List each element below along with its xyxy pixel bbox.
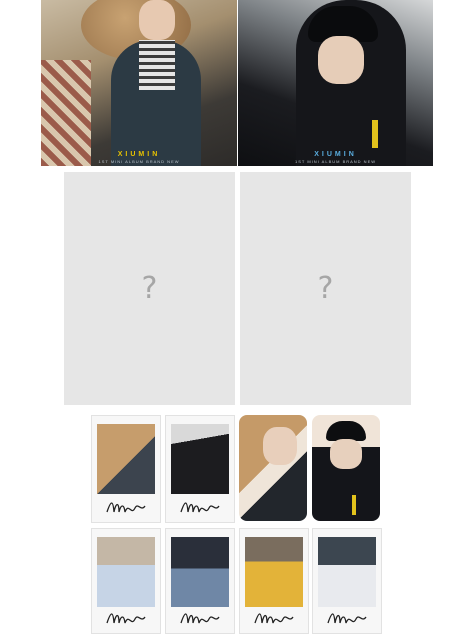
polaroid-photo [97,424,155,494]
signature-icon [180,502,220,515]
question-mark-icon: ? [141,271,158,306]
question-mark-icon: ? [317,271,334,306]
album-cover-version-1[interactable]: XIUMIN 1ST MINI ALBUM BRAND NEW [41,0,237,166]
signature [92,494,160,522]
image-placeholder-right: ? [240,172,411,405]
person-face [263,427,297,465]
signature-icon [106,502,146,515]
person-face [318,36,364,84]
signature-icon [327,613,367,626]
person-face [139,0,175,40]
signature [240,605,308,633]
cover-title: XIUMIN [117,151,161,158]
cover-subtitle: 1ST MINI ALBUM BRAND NEW [294,159,377,164]
polaroid-photo [171,537,229,607]
yellow-tag [352,495,356,515]
signature-icon [254,613,294,626]
polaroid-photo [97,537,155,607]
polaroid-photo [245,537,303,607]
signature [166,494,234,522]
signature-icon [106,613,146,626]
black-cap [326,421,366,441]
striped-shirt [139,40,175,90]
person-face [330,439,362,469]
photocard[interactable] [312,415,380,521]
polaroid-card[interactable] [239,528,309,634]
cover-title: XIUMIN [314,151,357,158]
signature [92,605,160,633]
polaroid-photo [318,537,376,607]
image-placeholder-left: ? [64,172,235,405]
album-cover-version-2[interactable]: XIUMIN 1ST MINI ALBUM BRAND NEW [238,0,433,166]
polaroid-card[interactable] [165,528,235,634]
polaroid-card[interactable] [165,415,235,523]
signature [313,605,381,633]
polaroid-card[interactable] [91,528,161,634]
polaroid-card[interactable] [312,528,382,634]
polaroid-card[interactable] [91,415,161,523]
yellow-tag [372,120,378,148]
photocard[interactable] [239,415,307,521]
polaroid-photo [171,424,229,494]
cover-subtitle: 1ST MINI ALBUM BRAND NEW [98,159,180,164]
signature [166,605,234,633]
signature-icon [180,613,220,626]
